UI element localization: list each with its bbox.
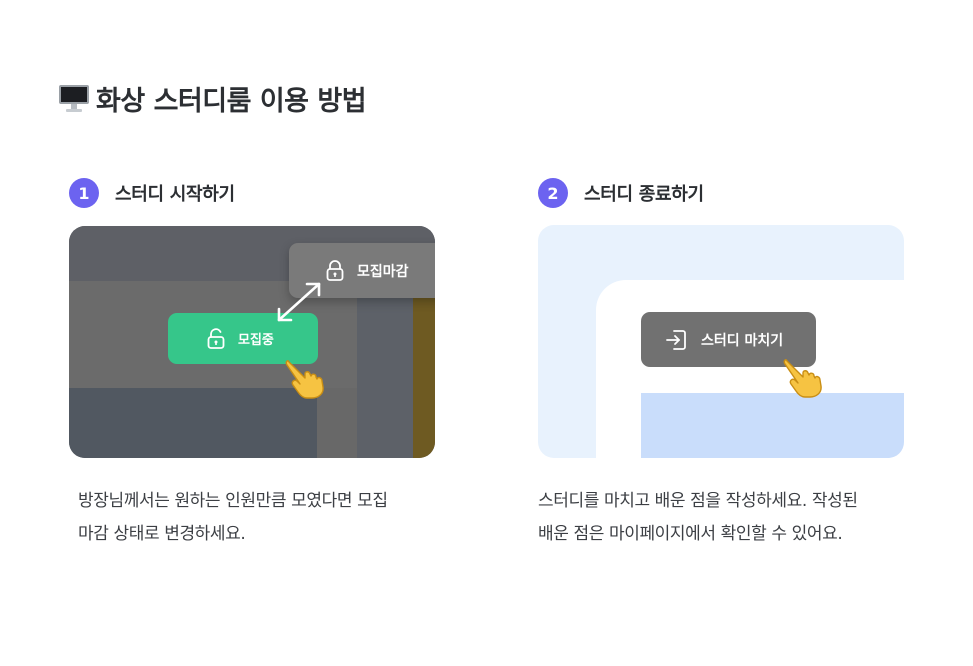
step-1-description: 방장님께서는 원하는 인원만큼 모였다면 모집 마감 상태로 변경하세요. [78, 485, 458, 551]
description-line: 스터디를 마치고 배운 점을 작성하세요. 작성된 [538, 491, 858, 511]
recruiting-label: 모집중 [238, 333, 274, 348]
step-2-description: 스터디를 마치고 배운 점을 작성하세요. 작성된 배운 점은 마이페이지에서 … [538, 485, 908, 551]
end-study-label: 스터디 마치기 [701, 332, 784, 349]
desktop-computer-icon [58, 82, 90, 114]
description-line: 마감 상태로 변경하세요. [78, 524, 246, 544]
step-1-heading: 1 스터디 시작하기 [69, 178, 235, 208]
step-number-badge: 2 [538, 178, 568, 208]
closed-label: 모집마감 [357, 263, 409, 280]
lock-icon [326, 259, 344, 281]
pointing-hand-icon [781, 353, 827, 399]
page-title: 화상 스터디룸 이용 방법 [96, 85, 367, 117]
step-label: 스터디 시작하기 [115, 184, 235, 205]
step-label: 스터디 종료하기 [584, 184, 704, 205]
step-2-heading: 2 스터디 종료하기 [538, 178, 704, 208]
description-line: 배운 점은 마이페이지에서 확인할 수 있어요. [538, 524, 843, 544]
swap-arrow-icon [277, 282, 321, 322]
description-line: 방장님께서는 원하는 인원만큼 모였다면 모집 [78, 491, 388, 511]
pointing-hand-icon [283, 354, 329, 400]
exit-icon [666, 329, 686, 350]
page-header: 화상 스터디룸 이용 방법 [58, 80, 367, 117]
start-study-illustration: 모집중 모집마감 [69, 226, 435, 458]
end-study-illustration: 스터디 마치기 [538, 225, 904, 458]
step-number-badge: 1 [69, 178, 99, 208]
unlock-icon [207, 327, 225, 349]
